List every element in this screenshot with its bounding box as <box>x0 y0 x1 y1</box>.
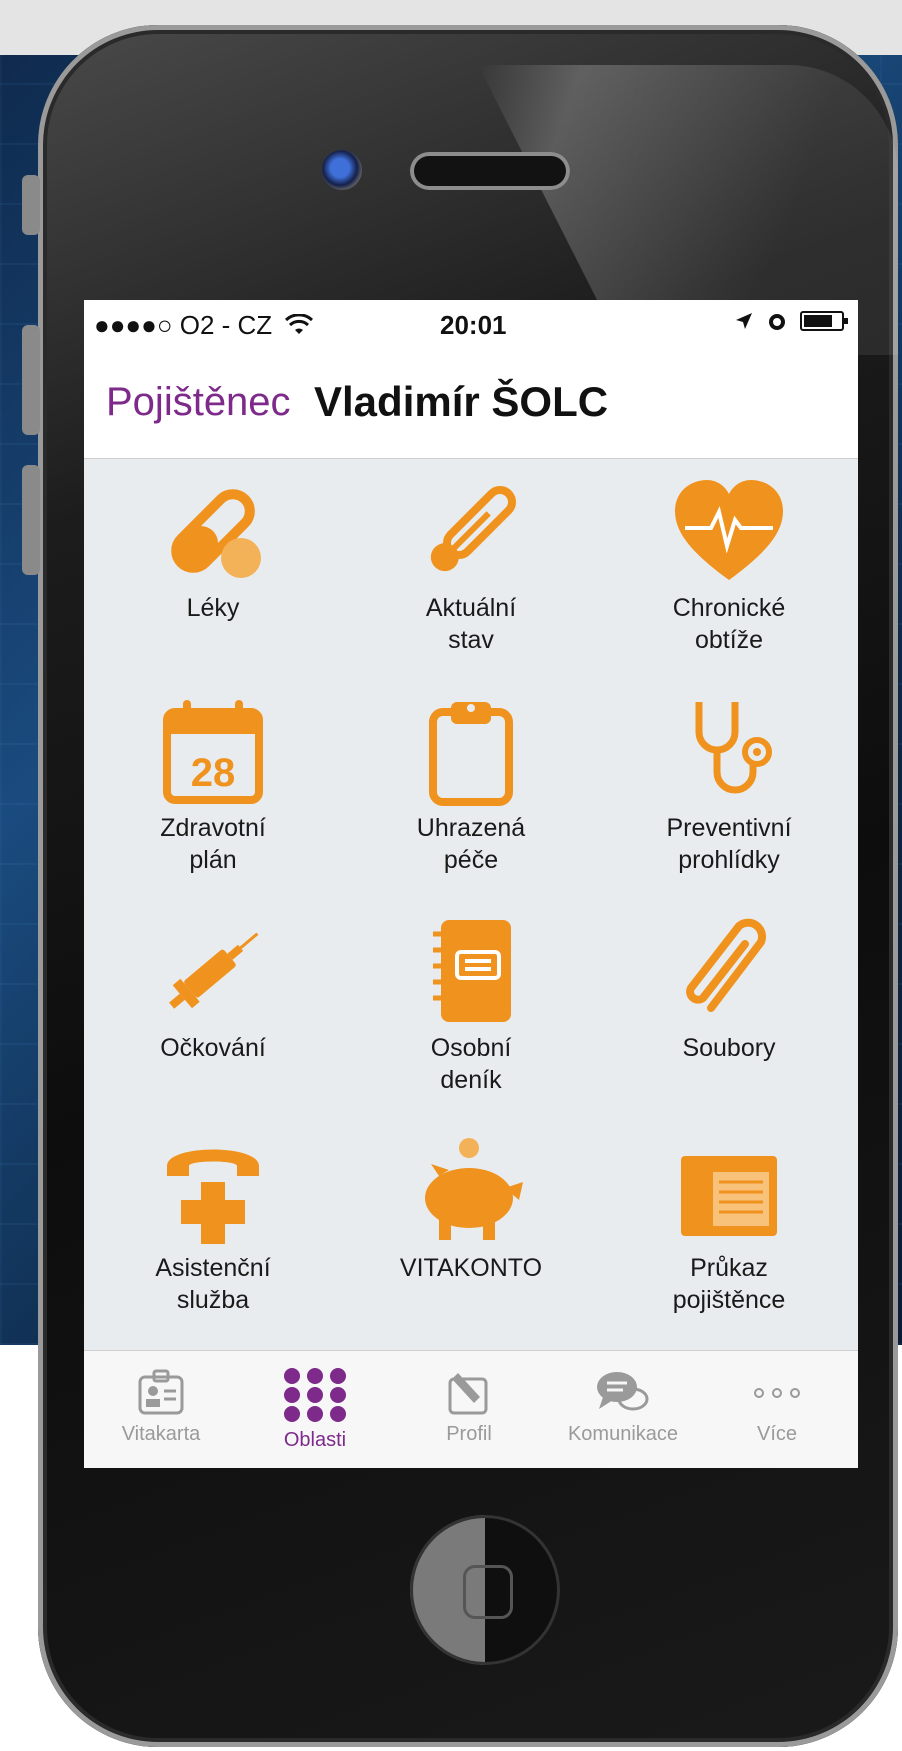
tile-label: Uhrazená péče <box>416 814 526 874</box>
tab-vice[interactable]: Více <box>700 1351 854 1468</box>
edit-profile-icon <box>448 1373 488 1415</box>
front-camera <box>322 150 362 190</box>
tile-aktualni-stav[interactable]: Aktuální stav <box>342 458 600 678</box>
back-button[interactable]: Pojištěnec <box>106 380 291 425</box>
tile-label: Soubory <box>682 1034 776 1062</box>
home-button-square <box>463 1565 513 1619</box>
clipboard-icon <box>429 702 513 806</box>
tile-label: Zdravotní plán <box>160 814 266 874</box>
tile-label: Očkování <box>160 1034 266 1062</box>
tab-label: Více <box>756 1423 798 1445</box>
stethoscope-icon <box>695 702 772 794</box>
tile-prukaz-pojistence[interactable]: Průkaz pojištěnce <box>600 1118 858 1338</box>
tab-bar: Vitakarta Oblasti Profil Komunikace Více <box>84 1350 858 1468</box>
phone-screen: ●●●●○ O2 - CZ 20:01 Pojištěnec Vladimír … <box>84 300 858 1468</box>
status-time: 20:01 <box>440 310 507 340</box>
tab-vitakarta[interactable]: Vitakarta <box>84 1351 238 1468</box>
status-bar: ●●●●○ O2 - CZ 20:01 <box>84 300 858 348</box>
areas-grid: Léky Aktuální stav Chronické obtíže 28 Z… <box>84 458 858 1338</box>
volume-up-button <box>22 325 40 435</box>
heart-pulse-icon <box>675 480 783 580</box>
wifi-icon <box>285 313 314 334</box>
tile-asistencni-sluzba[interactable]: Asistenční služba <box>84 1118 342 1338</box>
phone-cross-icon <box>167 1149 259 1244</box>
tab-label: Vitakarta <box>121 1423 201 1445</box>
carrier-label: ●●●●○ O2 - CZ <box>94 310 314 341</box>
tile-leky[interactable]: Léky <box>84 458 342 678</box>
badge-icon <box>138 1369 184 1415</box>
tile-label: Preventivní prohlídky <box>666 814 792 874</box>
tab-label: Oblasti <box>283 1429 347 1451</box>
syringe-icon <box>169 932 259 1009</box>
tab-label: Profil <box>446 1423 492 1445</box>
tile-label: Chronické obtíže <box>672 594 786 654</box>
page-title: Vladimír ŠOLC <box>314 378 609 425</box>
tile-label: Aktuální stav <box>425 594 517 654</box>
navigation-bar: Pojištěnec Vladimír ŠOLC <box>84 348 858 459</box>
tile-soubory[interactable]: Soubory <box>600 898 858 1118</box>
more-dots-icon <box>754 1388 800 1398</box>
tile-preventivni-prohlidky[interactable]: Preventivní prohlídky <box>600 678 858 898</box>
grid-dots-icon <box>284 1368 346 1422</box>
tile-label: Léky <box>186 594 240 622</box>
volume-down-button <box>22 465 40 575</box>
tab-oblasti[interactable]: Oblasti <box>238 1351 392 1468</box>
tile-label: Osobní deník <box>430 1034 512 1094</box>
alarm-icon <box>769 314 785 330</box>
tile-vitakonto[interactable]: VITAKONTO <box>342 1118 600 1338</box>
battery-icon <box>800 311 848 331</box>
location-arrow-icon <box>736 313 752 329</box>
notebook-icon <box>433 920 511 1022</box>
tile-label: Asistenční služba <box>155 1254 271 1314</box>
tab-profil[interactable]: Profil <box>392 1351 546 1468</box>
id-card-icon <box>681 1156 777 1236</box>
tile-label: Průkaz pojištěnce <box>672 1254 786 1314</box>
tile-uhrazena-pece[interactable]: Uhrazená péče <box>342 678 600 898</box>
tile-chronicke-obtize[interactable]: Chronické obtíže <box>600 458 858 678</box>
tab-label: Komunikace <box>567 1423 679 1445</box>
paperclip-icon <box>686 918 767 1012</box>
tab-komunikace[interactable]: Komunikace <box>546 1351 700 1468</box>
tile-zdravotni-plan[interactable]: 28 Zdravotní plán <box>84 678 342 898</box>
side-switch <box>22 175 40 235</box>
earpiece-speaker <box>410 152 570 190</box>
thermometer-icon <box>430 486 516 572</box>
status-right-icons <box>734 310 848 332</box>
pill-icon <box>171 489 261 578</box>
calendar-icon: 28 <box>163 700 263 804</box>
tile-ockovani[interactable]: Očkování <box>84 898 342 1118</box>
tile-osobni-denik[interactable]: Osobní deník <box>342 898 600 1118</box>
tile-label: VITAKONTO <box>399 1254 543 1282</box>
chat-bubbles-icon <box>597 1372 649 1411</box>
calendar-day: 28 <box>191 751 236 795</box>
piggy-bank-icon <box>425 1138 523 1240</box>
